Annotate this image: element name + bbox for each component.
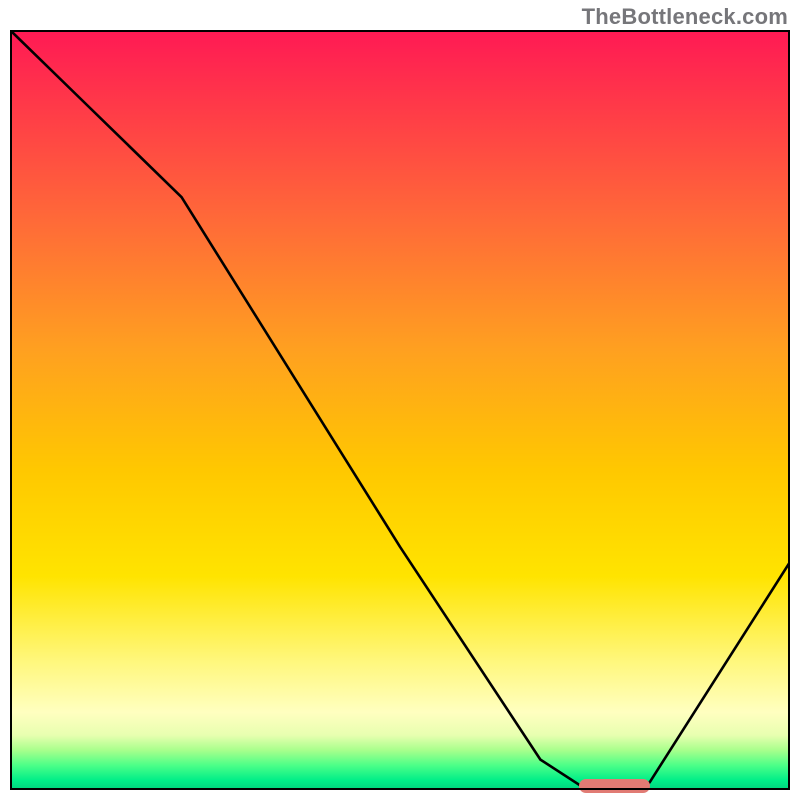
gradient-background <box>12 32 788 788</box>
plot-area <box>10 30 790 790</box>
optimal-range-marker <box>579 779 649 793</box>
chart-container: TheBottleneck.com <box>0 0 800 800</box>
watermark-text: TheBottleneck.com <box>582 4 788 30</box>
